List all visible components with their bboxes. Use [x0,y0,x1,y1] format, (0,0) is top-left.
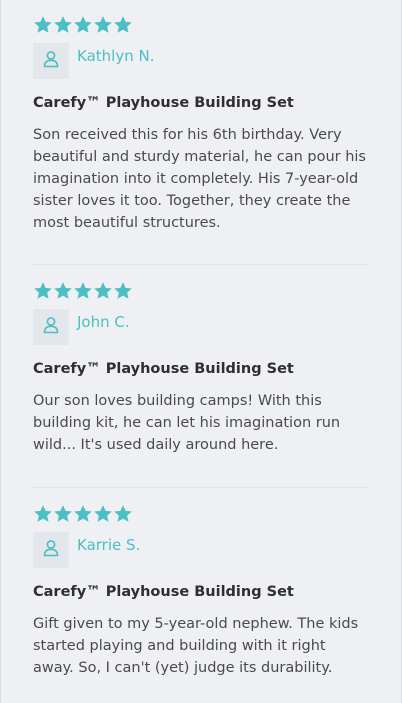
reviewer: Kathlyn N. [33,43,369,79]
star-rating [33,504,369,524]
review-text: Gift given to my 5-year-old nephew. The … [33,616,359,676]
user-icon [41,538,61,562]
star-icon [113,504,133,524]
product-title: Carefy™ Playhouse Building Set [33,584,294,600]
review-text: Our son loves building camps! With this … [33,393,341,453]
reviews-list: Kathlyn N. Carefy™ Playhouse Building Se… [33,15,369,679]
review-text: Son received this for his 6th birthday. … [33,127,366,231]
star-icon [53,504,73,524]
star-icon [53,15,73,35]
user-icon [41,49,61,73]
reviewer-name: John C. [77,313,130,331]
avatar [33,43,69,79]
star-icon [73,504,93,524]
reviewer-name: Karrie S. [77,536,141,554]
product-title: Carefy™ Playhouse Building Set [33,361,294,377]
avatar [33,309,69,345]
avatar [33,532,69,568]
product-title: Carefy™ Playhouse Building Set [33,95,294,111]
review-card: Karrie S. Carefy™ Playhouse Building Set… [33,504,369,679]
star-icon [53,281,73,301]
divider [33,264,369,265]
divider [33,487,369,488]
star-icon [93,504,113,524]
star-icon [73,15,93,35]
star-icon [33,281,53,301]
star-rating [33,15,369,35]
star-icon [93,281,113,301]
star-icon [33,15,53,35]
star-icon [113,15,133,35]
review-card: John C. Carefy™ Playhouse Building Set O… [33,281,369,487]
star-icon [113,281,133,301]
user-icon [41,315,61,339]
reviewer-name: Kathlyn N. [77,47,155,65]
review-card: Kathlyn N. Carefy™ Playhouse Building Se… [33,15,369,264]
star-icon [73,281,93,301]
page-border-left [0,0,1,703]
star-icon [33,504,53,524]
star-rating [33,281,369,301]
star-icon [93,15,113,35]
reviewer: John C. [33,309,369,345]
reviewer: Karrie S. [33,532,369,568]
